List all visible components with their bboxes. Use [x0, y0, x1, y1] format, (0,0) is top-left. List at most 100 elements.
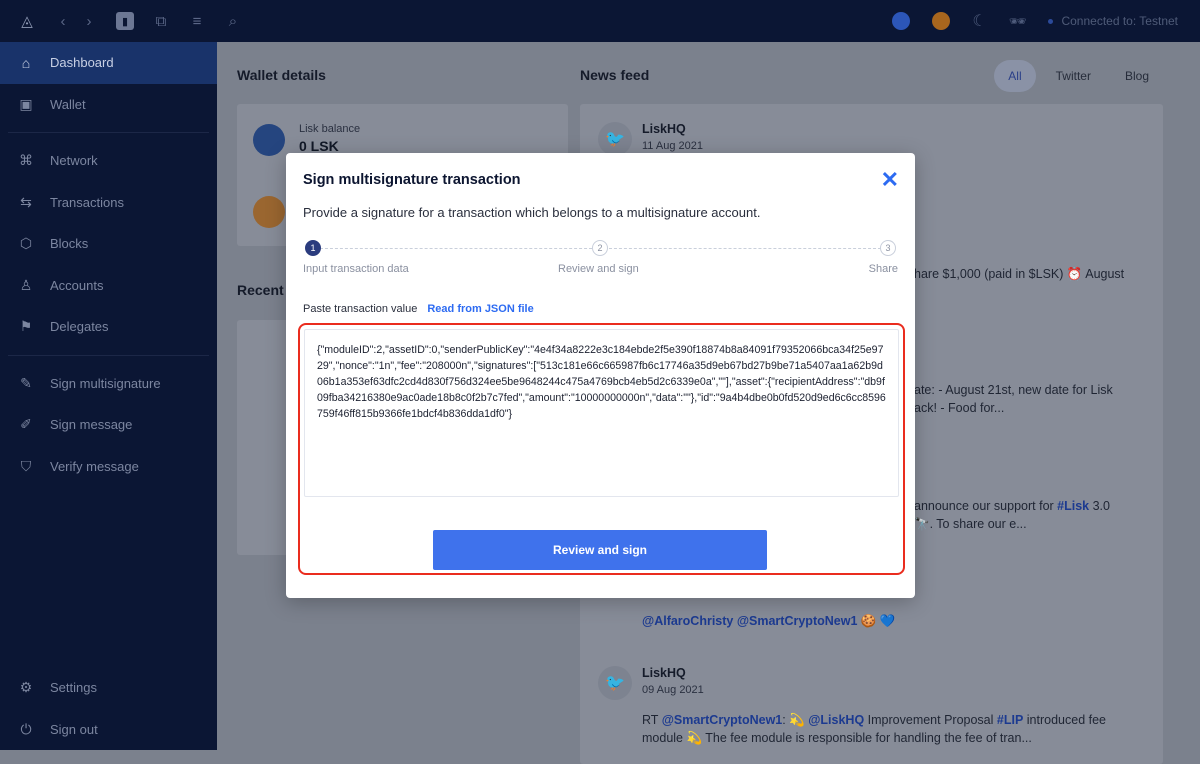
connection-status[interactable]: Connected to: Testnet	[1048, 14, 1178, 28]
multisig-icon: ✎	[20, 374, 32, 391]
sidebar-item-label: Sign out	[50, 721, 98, 737]
sign-multisignature-modal: Sign multisignature transaction ✕ Provid…	[286, 153, 915, 598]
post-text: RT @SmartCryptoNew1: 💫 @LiskHQ Improveme…	[642, 711, 1150, 747]
news-tabs: All Twitter Blog	[994, 60, 1163, 92]
sidebar-item-delegates[interactable]: ⚑ Delegates	[0, 306, 217, 348]
sidebar-item-label: Delegates	[50, 319, 109, 335]
sign-icon: ✐	[20, 416, 32, 433]
post-line: ack! - Food for...	[914, 401, 1005, 415]
blocks-icon: ⬡	[19, 235, 33, 252]
sidebar-item-sign-out[interactable]: ⏻ Sign out	[0, 709, 217, 751]
sidebar-item-network[interactable]: ⌘ Network	[0, 140, 217, 182]
tab-blog[interactable]: Blog	[1111, 60, 1163, 92]
sidebar-item-label: Blocks	[50, 236, 89, 252]
post-line: 3.0	[1089, 499, 1110, 513]
post-author: LiskHQ	[642, 122, 686, 136]
sidebar-item-label: Verify message	[50, 458, 139, 474]
queue-icon[interactable]: ≡	[188, 12, 206, 30]
top-bar: ◬ ‹ › ▮ ⧉ ≡ ⌕ ☾ 🕶 Connected to: Testnet	[0, 0, 1200, 42]
bitcoin-coin-icon	[253, 196, 285, 228]
post-line: : 💫	[782, 713, 809, 727]
modal-title: Sign multisignature transaction	[303, 172, 521, 188]
post-text: ate: - August 21st, new date for Lisk ack…	[914, 381, 1113, 417]
sidebar-item-sign-multisignature[interactable]: ✎ Sign multisignature	[0, 363, 217, 405]
sidebar-item-verify-message[interactable]: ⛉ Verify message	[0, 446, 217, 488]
wallet-details-title: Wallet details	[237, 67, 326, 83]
divider	[8, 354, 209, 356]
power-icon: ⏻	[20, 720, 32, 737]
step-2: 2	[592, 240, 608, 256]
lisk-account-icon[interactable]	[892, 12, 911, 30]
news-feed-title: News feed	[580, 67, 650, 83]
sidebar-item-dashboard[interactable]: ⌂ Dashboard	[0, 42, 217, 84]
lisk-logo-icon[interactable]: ◬	[18, 12, 36, 30]
sidebar-item-transactions[interactable]: ⇆ Transactions	[0, 182, 217, 224]
accounts-icon: ♙	[19, 276, 33, 293]
step-3: 3	[880, 240, 896, 256]
home-icon: ⌂	[21, 54, 31, 71]
review-and-sign-button[interactable]: Review and sign	[433, 530, 767, 570]
tab-all[interactable]: All	[994, 60, 1036, 92]
sidebar-item-label: Network	[50, 153, 98, 169]
post-line: Improvement Proposal	[864, 713, 997, 727]
mention-link[interactable]: @SmartCryptoNew1	[662, 713, 783, 727]
modal-description: Provide a signature for a transaction wh…	[303, 205, 761, 220]
post-date: 09 Aug 2021	[642, 684, 704, 696]
transactions-icon: ⇆	[20, 193, 32, 210]
sidebar-item-settings[interactable]: ⚙ Settings	[0, 667, 217, 709]
wallet-icon: ▣	[19, 95, 33, 112]
step-1: 1	[305, 240, 321, 256]
balance-label: Lisk balance	[299, 123, 361, 135]
bitcoin-account-icon[interactable]	[932, 12, 951, 30]
post-line: announce our support for	[914, 499, 1058, 513]
connection-label: Connected to: Testnet	[1061, 14, 1178, 28]
twitter-icon: 🐦	[598, 122, 632, 156]
hashtag-link[interactable]: #Lisk	[1057, 499, 1089, 513]
incognito-icon[interactable]: 🕶	[1009, 13, 1027, 30]
step-label: Share	[868, 263, 898, 275]
post-line: RT	[642, 713, 662, 727]
sidebar-item-label: Settings	[50, 680, 97, 696]
lisk-coin-icon	[253, 124, 285, 156]
stepper: 1 2 3 Input transaction data Review and …	[303, 240, 898, 280]
tab-twitter[interactable]: Twitter	[1042, 60, 1105, 92]
post-line: ate: - August 21st, new date for Lisk	[914, 383, 1113, 397]
post-date: 11 Aug 2021	[642, 140, 703, 152]
sidebar-item-wallet[interactable]: ▣ Wallet	[0, 84, 217, 126]
close-icon[interactable]: ✕	[881, 167, 899, 193]
recent-transactions-title: Recent	[237, 282, 284, 298]
forward-icon[interactable]: ›	[80, 12, 98, 30]
sidebar-item-label: Accounts	[50, 277, 104, 293]
step-label: Input transaction data	[303, 263, 409, 275]
paste-row: Paste transaction value Read from JSON fi…	[303, 303, 534, 315]
delegates-icon: ⚑	[19, 318, 33, 335]
moon-icon[interactable]: ☾	[972, 11, 986, 31]
gear-icon: ⚙	[19, 679, 33, 696]
sidebar-item-label: Sign message	[50, 417, 133, 433]
verify-icon: ⛉	[20, 457, 32, 474]
sidebar-item-label: Dashboard	[50, 55, 114, 71]
sidebar-item-accounts[interactable]: ♙ Accounts	[0, 265, 217, 307]
sidebar-item-sign-message[interactable]: ✐ Sign message	[0, 404, 217, 446]
hashtag-link[interactable]: #LIP	[997, 713, 1023, 727]
balance-value: 0 LSK	[299, 138, 339, 154]
post-line: 🔭. To share our e...	[914, 517, 1027, 531]
back-icon[interactable]: ‹	[54, 12, 72, 30]
read-json-link[interactable]: Read from JSON file	[427, 303, 533, 315]
sidebar-item-label: Sign multisignature	[50, 375, 161, 391]
mention-link[interactable]: @LiskHQ	[808, 713, 864, 727]
search-icon[interactable]: ⌕	[224, 12, 242, 30]
post-line: module 💫 The fee module is responsible f…	[642, 731, 1032, 745]
copy-icon[interactable]: ⧉	[152, 12, 170, 30]
post-author: LiskHQ	[642, 666, 686, 680]
post-line: introduced fee	[1023, 713, 1106, 727]
post-text: announce our support for #Lisk 3.0 🔭. To …	[914, 497, 1110, 533]
status-dot	[1048, 18, 1054, 24]
post-mentions[interactable]: @AlfaroChristy @SmartCryptoNew1 🍪 💙	[642, 612, 895, 630]
twitter-icon: 🐦	[598, 666, 632, 700]
transaction-input[interactable]: {"moduleID":2,"assetID":0,"senderPublicK…	[304, 329, 899, 497]
sidebar: ⌂ Dashboard ▣ Wallet ⌘ Network ⇆ Transaction…	[0, 42, 217, 750]
sidebar-item-blocks[interactable]: ⬡ Blocks	[0, 223, 217, 265]
network-icon: ⌘	[19, 152, 33, 169]
bookmark-icon[interactable]: ▮	[116, 12, 134, 30]
